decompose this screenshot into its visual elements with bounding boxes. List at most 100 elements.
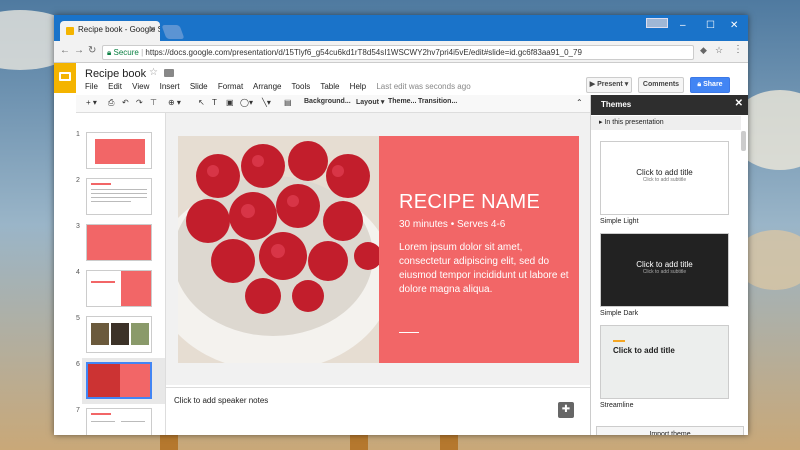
collapse-toolbar-icon[interactable]: ⌃ [576,98,583,107]
theme-card-title: Click to add title [636,168,693,177]
forward-icon[interactable]: → [74,45,84,56]
text-box-icon[interactable]: T [212,98,217,107]
document-title[interactable]: Recipe book [85,68,146,80]
slide-number: 1 [76,131,80,138]
theme-streamline[interactable]: Click to add title [600,325,729,399]
image-icon[interactable]: ▣ [226,98,234,107]
slide-number: 3 [76,223,80,230]
profile-chip[interactable] [646,18,668,28]
lock-icon: 🔒︎ [107,48,112,57]
theme-button[interactable]: Theme... [388,98,416,105]
in-presentation-section[interactable]: ▸ In this presentation [591,116,741,130]
transition-button[interactable]: Transition... [418,98,457,105]
theme-card-title: Click to add title [613,346,675,355]
slide-thumbnail-2[interactable] [86,178,152,215]
redo-icon[interactable]: ↷ [136,98,143,107]
slide-number: 6 [76,361,80,368]
current-slide[interactable]: RECIPE NAME 30 minutes • Serves 4-6 Lore… [178,136,579,363]
slide-thumbnail-1[interactable] [86,132,152,169]
recipe-text-panel: RECIPE NAME 30 minutes • Serves 4-6 Lore… [379,136,579,363]
explore-icon[interactable]: ✚ [558,402,574,418]
undo-icon[interactable]: ↶ [122,98,129,107]
recipe-subtitle[interactable]: 30 minutes • Serves 4-6 [399,219,505,230]
menu-edit[interactable]: Edit [108,82,122,91]
slide-thumbnail-3[interactable] [86,224,152,261]
select-icon[interactable]: ↖ [198,98,205,107]
raspberries-photo[interactable] [178,136,379,363]
slides-logo-icon[interactable] [54,63,76,93]
recipe-description[interactable]: Lorem ipsum dolor sit amet, consectetur … [399,241,569,297]
close-themes-icon[interactable]: ✕ [735,98,743,109]
menu-arrange[interactable]: Arrange [253,82,281,91]
share-button[interactable]: 🔒︎ Share [690,77,730,93]
menu-bar: File Edit View Insert Slide Format Arran… [85,82,479,91]
layout-button[interactable]: Layout ▾ [356,98,384,106]
theme-name: Simple Dark [600,310,639,317]
reload-icon[interactable]: ↻ [88,45,96,56]
background-button[interactable]: Background... [304,98,351,105]
tab-title: Recipe book - Google Sl [78,25,160,34]
comment-icon[interactable]: ▤ [284,98,292,107]
speaker-notes[interactable]: Click to add speaker notes ✚ [166,387,590,435]
theme-name: Streamline [600,402,634,409]
import-theme-button[interactable]: Import theme [596,426,744,435]
theme-card-subtitle: Click to add subtitle [642,177,687,183]
theme-card-subtitle: Click to add subtitle [642,269,687,275]
menu-help[interactable]: Help [350,82,366,91]
recipe-title[interactable]: RECIPE NAME [399,191,540,214]
new-tab-button[interactable] [161,25,185,39]
tab-strip: Recipe book - Google Sl ✕ – ☐ ✕ [54,15,748,41]
zoom-icon[interactable]: ⊕ ▾ [168,98,181,107]
menu-slide[interactable]: Slide [190,82,208,91]
toolbar: + ▾ ⎙ ↶ ↷ ⊤ ⊕ ▾ ↖ T ▣ ◯▾ ╲▾ ▤ Background… [76,95,590,113]
menu-tools[interactable]: Tools [292,82,311,91]
star-icon[interactable]: ☆ [149,67,158,78]
bookmark-star-icon[interactable]: ☆ [715,45,723,56]
slide-thumbnail-6[interactable] [86,362,152,399]
shape-icon[interactable]: ◯▾ [240,98,253,107]
slide-number: 4 [76,269,80,276]
theme-name: Simple Light [600,218,639,225]
comments-button[interactable]: Comments [638,77,684,93]
menu-file[interactable]: File [85,82,98,91]
filmstrip: 1 2 3 4 5 6 7 [54,113,166,435]
paint-format-icon[interactable]: ⊤ [150,98,157,107]
close-tab-icon[interactable]: ✕ [149,25,156,34]
accent-line [399,332,419,333]
theme-simple-light[interactable]: Click to add title Click to add subtitle [600,141,729,215]
browser-menu-icon[interactable]: ⋮ [733,44,743,55]
minimize-icon[interactable]: – [680,20,686,31]
back-icon[interactable]: ← [60,45,70,56]
extension-icon[interactable]: ◆ [700,45,707,56]
last-edit-status[interactable]: Last edit was seconds ago [376,82,470,91]
menu-insert[interactable]: Insert [160,82,180,91]
menu-format[interactable]: Format [218,82,243,91]
maximize-icon[interactable]: ☐ [706,20,715,31]
browser-window: Recipe book - Google Sl ✕ – ☐ ✕ ← → ↻ ◆ … [54,15,748,435]
slide-thumbnail-4[interactable] [86,270,152,307]
print-icon[interactable]: ⎙ [108,98,114,108]
lock-icon: 🔒︎ [697,81,702,88]
themes-panel: Themes ✕ ▸ In this presentation Click to… [590,95,748,435]
menu-view[interactable]: View [132,82,149,91]
speaker-notes-placeholder: Click to add speaker notes [174,396,269,405]
url-input[interactable]: 🔒︎ Secure | https://docs.google.com/pres… [102,45,694,60]
url-text: https://docs.google.com/presentation/d/1… [145,48,582,57]
browser-tab[interactable]: Recipe book - Google Sl ✕ [60,21,160,41]
theme-simple-dark[interactable]: Click to add title Click to add subtitle [600,233,729,307]
slide-thumbnail-7[interactable] [86,408,152,435]
slide-number: 7 [76,407,80,414]
themes-scrollbar[interactable] [741,131,746,151]
secure-label: Secure [113,48,139,57]
folder-icon[interactable] [164,69,174,77]
slide-number: 2 [76,177,80,184]
new-slide-icon[interactable]: + ▾ [86,98,97,107]
present-button[interactable]: ▶ Present ▾ [586,77,632,93]
themes-header: Themes ✕ [591,95,748,115]
line-icon[interactable]: ╲▾ [262,98,271,107]
slide-number: 5 [76,315,80,322]
slide-thumbnail-5[interactable] [86,316,152,353]
menu-table[interactable]: Table [320,82,339,91]
themes-title: Themes [601,100,632,109]
close-window-icon[interactable]: ✕ [730,20,738,31]
